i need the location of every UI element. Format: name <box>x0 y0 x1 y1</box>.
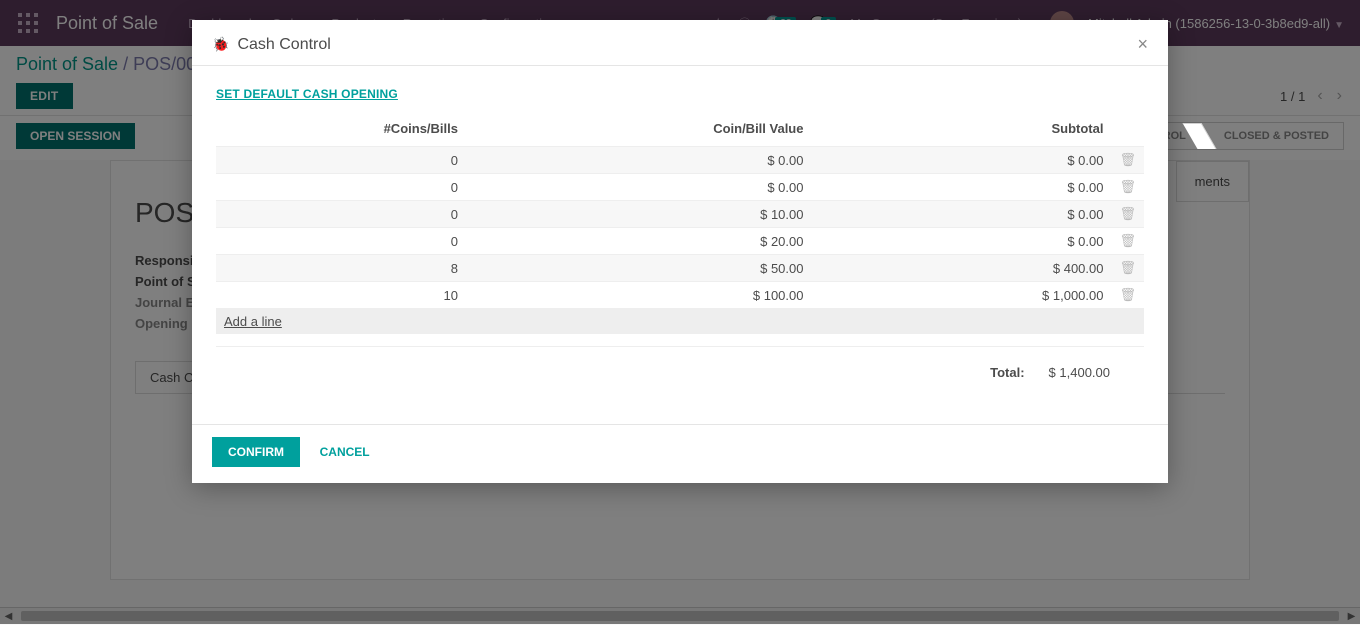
modal-footer: CONFIRM CANCEL <box>192 424 1168 483</box>
bug-icon[interactable]: 🐞 <box>212 36 229 53</box>
cash-count[interactable]: 8 <box>216 255 466 282</box>
header-subtotal: Subtotal <box>811 115 1111 147</box>
cash-row[interactable]: 0$ 20.00$ 0.00🗑 <box>216 228 1144 255</box>
total-label: Total: <box>990 365 1024 380</box>
modal-body: SET DEFAULT CASH OPENING #Coins/Bills Co… <box>192 66 1168 394</box>
cash-subtotal: $ 0.00 <box>811 228 1111 255</box>
cash-value[interactable]: $ 50.00 <box>466 255 811 282</box>
cash-row[interactable]: 0$ 0.00$ 0.00🗑 <box>216 174 1144 201</box>
cancel-button[interactable]: CANCEL <box>316 437 374 467</box>
cash-count[interactable]: 0 <box>216 228 466 255</box>
header-value: Coin/Bill Value <box>466 115 811 147</box>
cash-value[interactable]: $ 100.00 <box>466 282 811 309</box>
cash-table: #Coins/Bills Coin/Bill Value Subtotal 0$… <box>216 115 1144 334</box>
cash-control-modal: 🐞 Cash Control × SET DEFAULT CASH OPENIN… <box>192 20 1168 483</box>
cash-row[interactable]: 0$ 0.00$ 0.00🗑 <box>216 147 1144 174</box>
total-row: Total: $ 1,400.00 <box>216 346 1144 384</box>
cash-row[interactable]: 10$ 100.00$ 1,000.00🗑 <box>216 282 1144 309</box>
modal-title: Cash Control <box>237 36 330 54</box>
cash-subtotal: $ 1,000.00 <box>811 282 1111 309</box>
cash-count[interactable]: 10 <box>216 282 466 309</box>
cash-value[interactable]: $ 0.00 <box>466 147 811 174</box>
cash-value[interactable]: $ 0.00 <box>466 174 811 201</box>
cash-subtotal: $ 0.00 <box>811 147 1111 174</box>
set-default-cash-opening-button[interactable]: SET DEFAULT CASH OPENING <box>216 87 398 101</box>
header-coins: #Coins/Bills <box>216 115 466 147</box>
close-icon[interactable]: × <box>1137 34 1148 55</box>
total-value: $ 1,400.00 <box>1049 365 1110 380</box>
cash-row[interactable]: 8$ 50.00$ 400.00🗑 <box>216 255 1144 282</box>
cash-value[interactable]: $ 20.00 <box>466 228 811 255</box>
trash-icon[interactable]: 🗑 <box>1111 147 1144 174</box>
cash-count[interactable]: 0 <box>216 201 466 228</box>
cash-value[interactable]: $ 10.00 <box>466 201 811 228</box>
add-line-row[interactable]: Add a line <box>216 309 1144 335</box>
trash-icon[interactable]: 🗑 <box>1111 228 1144 255</box>
trash-icon[interactable]: 🗑 <box>1111 174 1144 201</box>
cash-subtotal: $ 400.00 <box>811 255 1111 282</box>
cash-subtotal: $ 0.00 <box>811 174 1111 201</box>
cash-count[interactable]: 0 <box>216 174 466 201</box>
modal-header: 🐞 Cash Control × <box>192 20 1168 66</box>
confirm-button[interactable]: CONFIRM <box>212 437 300 467</box>
trash-icon[interactable]: 🗑 <box>1111 201 1144 228</box>
add-line-link[interactable]: Add a line <box>224 314 282 329</box>
cash-row[interactable]: 0$ 10.00$ 0.00🗑 <box>216 201 1144 228</box>
cash-count[interactable]: 0 <box>216 147 466 174</box>
trash-icon[interactable]: 🗑 <box>1111 255 1144 282</box>
cash-subtotal: $ 0.00 <box>811 201 1111 228</box>
trash-icon[interactable]: 🗑 <box>1111 282 1144 309</box>
